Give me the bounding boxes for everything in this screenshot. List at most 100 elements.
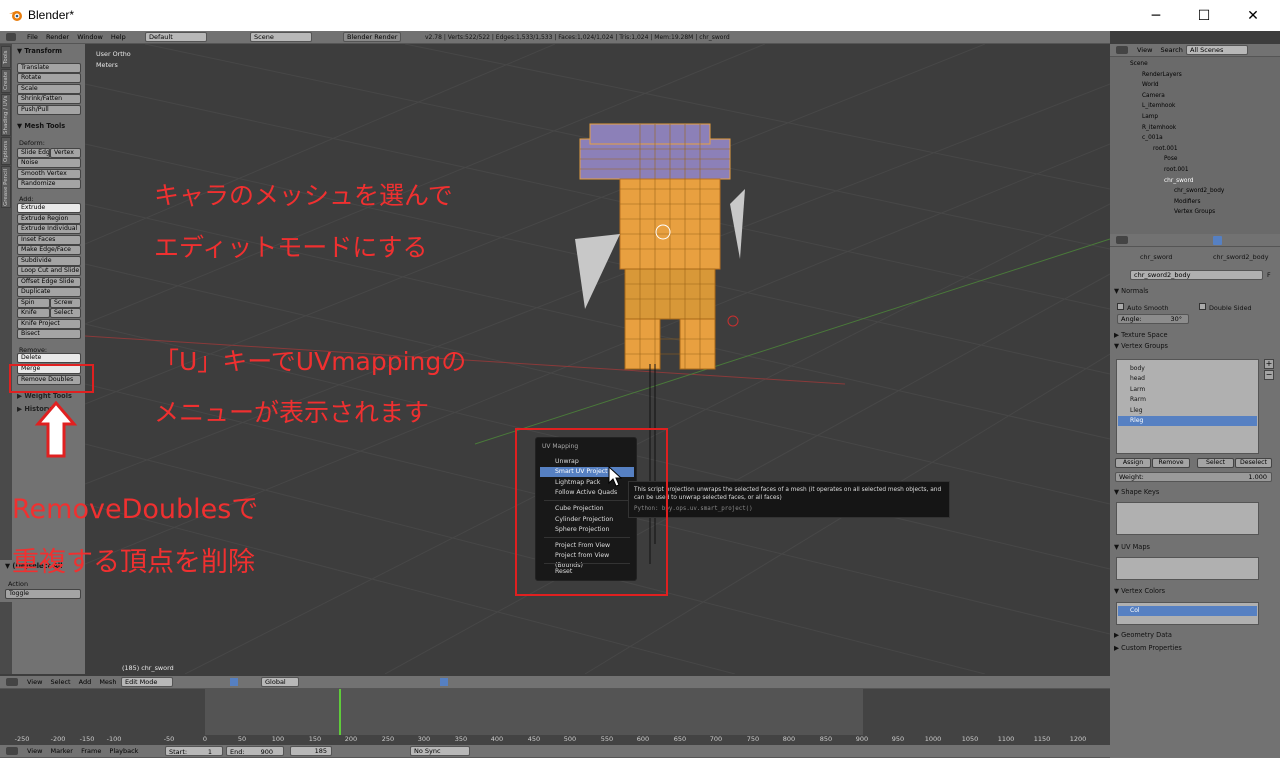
weight-tools-panel-title[interactable]: ▶ Weight Tools — [17, 392, 72, 400]
inset-faces-button[interactable]: Inset Faces — [17, 235, 81, 245]
randomize-button[interactable]: Randomize — [17, 179, 81, 189]
tab-create[interactable]: Create — [1, 69, 11, 93]
uv-maps-list[interactable] — [1116, 557, 1259, 580]
outliner-item[interactable]: L_itemhook — [1142, 103, 1175, 109]
sync-selector[interactable]: No Sync — [410, 746, 470, 756]
menu-window[interactable]: Window — [77, 32, 103, 43]
outliner-item[interactable]: Camera — [1142, 93, 1165, 99]
vertex-groups-panel-title[interactable]: ▼ Vertex Groups — [1114, 342, 1168, 350]
menu-select[interactable]: Select — [51, 677, 71, 688]
vertex-group-item[interactable]: body — [1118, 364, 1257, 374]
menu-view[interactable]: View — [1137, 45, 1152, 56]
vertex-group-item[interactable]: head — [1118, 374, 1257, 384]
outliner-item[interactable]: Vertex Groups — [1174, 209, 1215, 215]
shape-keys-panel-title[interactable]: ▼ Shape Keys — [1114, 488, 1159, 496]
menu-view[interactable]: View — [27, 746, 42, 757]
menu-file[interactable]: File — [27, 32, 38, 43]
duplicate-button[interactable]: Duplicate — [17, 287, 81, 297]
vertex-colors-panel-title[interactable]: ▼ Vertex Colors — [1114, 587, 1165, 595]
tab-tools[interactable]: Tools — [1, 46, 11, 68]
scene-selector[interactable]: Scene — [250, 32, 312, 42]
menu-search[interactable]: Search — [1161, 45, 1183, 56]
uv-maps-panel-title[interactable]: ▼ UV Maps — [1114, 543, 1150, 551]
minimize-button[interactable]: ─ — [1133, 4, 1179, 28]
knife-select-button[interactable]: Select — [50, 308, 81, 318]
knife-button[interactable]: Knife — [17, 308, 50, 318]
auto-smooth-checkbox[interactable] — [1117, 303, 1124, 310]
maximize-button[interactable]: ☐ — [1181, 4, 1227, 28]
outliner[interactable]: View Search All Scenes Scene RenderLayer… — [1110, 44, 1280, 234]
orientation-selector[interactable]: Global — [261, 677, 299, 687]
mode-selector[interactable]: Edit Mode — [121, 677, 173, 687]
extrude-individual-button[interactable]: Extrude Individual — [17, 224, 81, 234]
make-edge-face-button[interactable]: Make Edge/Face — [17, 245, 81, 255]
outliner-item[interactable]: World — [1142, 82, 1159, 88]
outliner-item[interactable]: R_itemhook — [1142, 125, 1176, 131]
action-dropdown[interactable]: Toggle — [5, 589, 81, 599]
smooth-vertex-button[interactable]: Smooth Vertex — [17, 169, 81, 179]
add-vertex-group-button[interactable]: + — [1264, 359, 1274, 369]
outliner-item[interactable]: RenderLayers — [1142, 72, 1182, 78]
rotate-button[interactable]: Rotate — [17, 73, 81, 83]
menu-mesh[interactable]: Mesh — [99, 677, 116, 688]
remove-vertex-group-button[interactable]: − — [1264, 370, 1274, 380]
mesh-tools-panel-title[interactable]: ▼ Mesh Tools — [17, 122, 65, 130]
vertex-groups-list[interactable]: body head Larm Rarm Lleg Rleg — [1116, 359, 1259, 454]
tab-shading-uvs[interactable]: Shading / UVs — [1, 94, 11, 136]
vertex-color-item[interactable]: Col — [1118, 606, 1257, 616]
layout-selector[interactable]: Default — [145, 32, 207, 42]
normals-panel-title[interactable]: ▼ Normals — [1114, 287, 1148, 295]
screw-button[interactable]: Screw — [50, 298, 81, 308]
outliner-item[interactable]: Scene — [1130, 61, 1148, 67]
translate-button[interactable]: Translate — [17, 63, 81, 73]
start-frame-field[interactable]: Start: 1 — [165, 746, 223, 756]
geometry-data-panel-title[interactable]: ▶ Geometry Data — [1114, 631, 1172, 639]
menu-frame[interactable]: Frame — [81, 746, 101, 757]
render-engine-selector[interactable]: Blender Render — [343, 32, 401, 42]
vertex-group-item-selected[interactable]: Rleg — [1118, 416, 1257, 426]
texture-space-panel-title[interactable]: ▶ Texture Space — [1114, 331, 1168, 339]
tab-grease-pencil[interactable]: Grease Pencil — [1, 166, 11, 208]
menu-help[interactable]: Help — [111, 32, 126, 43]
shrink-fatten-button[interactable]: Shrink/Fatten — [17, 94, 81, 104]
outliner-item-chr-sword[interactable]: chr_sword — [1164, 178, 1193, 184]
menu-add[interactable]: Add — [79, 677, 92, 688]
vertex-colors-list[interactable]: Col — [1116, 602, 1259, 625]
transform-panel-title[interactable]: ▼ Transform — [17, 47, 62, 55]
current-frame-field[interactable]: 185 — [290, 746, 332, 756]
menu-render[interactable]: Render — [46, 32, 69, 43]
extrude-region-button[interactable]: Extrude Region — [17, 214, 81, 224]
menu-marker[interactable]: Marker — [51, 746, 73, 757]
outliner-filter[interactable]: All Scenes — [1186, 45, 1248, 55]
select-button[interactable]: Select — [1197, 458, 1234, 468]
subdivide-button[interactable]: Subdivide — [17, 256, 81, 266]
vertex-group-item[interactable]: Lleg — [1118, 406, 1257, 416]
fake-user-button[interactable]: F — [1267, 271, 1271, 279]
slide-vertex-button[interactable]: Vertex — [50, 148, 81, 158]
outliner-item[interactable]: chr_sword2_body — [1174, 188, 1224, 194]
outliner-item[interactable]: Lamp — [1142, 114, 1158, 120]
properties-editor[interactable]: chr_sword chr_sword2_body chr_sword2_bod… — [1110, 234, 1280, 758]
menu-view[interactable]: View — [27, 677, 42, 688]
end-frame-field[interactable]: End: 900 — [226, 746, 284, 756]
tab-options[interactable]: Options — [1, 137, 11, 165]
current-frame-indicator[interactable] — [339, 689, 341, 735]
bisect-button[interactable]: Bisect — [17, 329, 81, 339]
push-pull-button[interactable]: Push/Pull — [17, 105, 81, 115]
noise-button[interactable]: Noise — [17, 158, 81, 168]
knife-project-button[interactable]: Knife Project — [17, 319, 81, 329]
editor-type-icon[interactable] — [1116, 236, 1128, 244]
mesh-name-field[interactable]: chr_sword2_body — [1130, 270, 1263, 280]
close-button[interactable]: ✕ — [1230, 4, 1276, 28]
extrude-menu[interactable]: Extrude — [17, 203, 81, 213]
editor-type-icon[interactable] — [6, 33, 16, 41]
outliner-item[interactable]: c_001a — [1142, 135, 1163, 141]
outliner-item[interactable]: root.001 — [1153, 146, 1178, 152]
vertex-group-item[interactable]: Larm — [1118, 385, 1257, 395]
spin-button[interactable]: Spin — [17, 298, 50, 308]
manipulator-icon[interactable] — [230, 678, 238, 686]
angle-field[interactable]: Angle: 30° — [1117, 314, 1189, 324]
double-sided-checkbox[interactable] — [1199, 303, 1206, 310]
delete-menu[interactable]: Delete — [17, 353, 81, 363]
snap-icon[interactable] — [440, 678, 448, 686]
